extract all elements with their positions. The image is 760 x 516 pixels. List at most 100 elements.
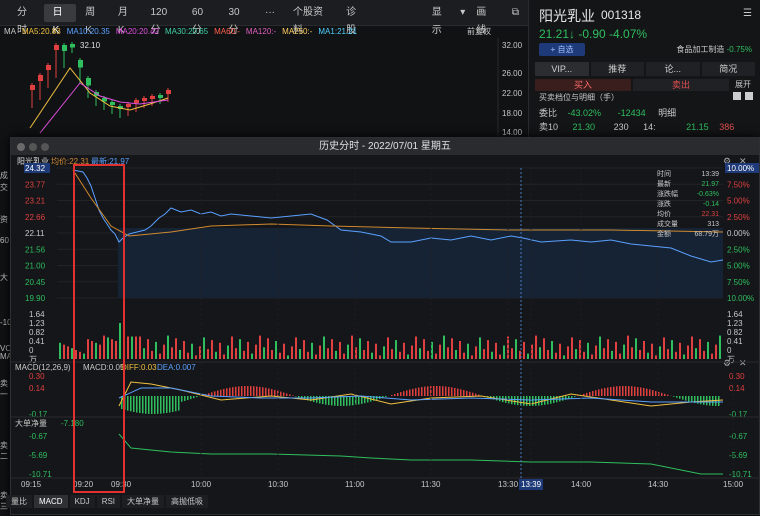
- k-candle: [30, 85, 35, 90]
- chevron-down-icon[interactable]: ▾: [458, 4, 467, 22]
- right-pct-tick: 5.00%: [727, 262, 750, 271]
- macd-bar: [511, 396, 513, 404]
- diagnose-button[interactable]: 诊股: [337, 4, 373, 22]
- indicator-tab[interactable]: 高抛低吸: [166, 495, 208, 508]
- info-key: 时间: [657, 169, 671, 178]
- tab-vip[interactable]: VIP...: [535, 62, 589, 76]
- volume-bar: [207, 349, 209, 359]
- add-watchlist-button[interactable]: + 自选: [539, 43, 585, 56]
- macd-bar: [451, 387, 453, 396]
- intraday-chart-area[interactable]: 阳光乳业均价:22.31最新:21.97⚙✕⚙✕24.3210.00%23.77…: [11, 138, 760, 516]
- volume-bar: [643, 341, 645, 359]
- macd-bar: [292, 395, 294, 396]
- macd-bar: [190, 396, 192, 399]
- left-price-tick: 21.00: [25, 262, 46, 271]
- macd-bar: [415, 388, 417, 396]
- volume-bar: [475, 346, 477, 359]
- time-tick: 11:00: [345, 480, 365, 489]
- macd-bar: [436, 386, 438, 396]
- indicator-tab[interactable]: 量比: [6, 495, 32, 508]
- volume-bar: [559, 344, 561, 359]
- volume-bar: [719, 336, 721, 359]
- macd-bar: [157, 396, 159, 414]
- restore-mode-select[interactable]: 前复权: [467, 26, 491, 38]
- option-icon[interactable]: [733, 92, 741, 100]
- tab-monthly-k[interactable]: 月K: [109, 4, 142, 22]
- indicator-tab[interactable]: 大单净量: [122, 495, 164, 508]
- tab-60min[interactable]: 60分: [183, 4, 220, 22]
- macd-bar: [229, 388, 231, 396]
- macd-bar: [265, 388, 267, 396]
- volume-bar: [451, 338, 453, 359]
- volume-bar: [563, 355, 565, 359]
- stock-profile-button[interactable]: 个股资料: [284, 4, 337, 22]
- option-icon-2[interactable]: [745, 92, 753, 100]
- volume-bar: [315, 355, 317, 360]
- tab-30min[interactable]: 30分: [219, 4, 256, 22]
- quote-panel: 阳光乳业 001318 ☰ 21.21↓ -0.90 -4.07% + 自选 食…: [528, 0, 760, 140]
- volume-bar: [663, 337, 665, 359]
- tab-recommend[interactable]: 推荐: [591, 62, 645, 76]
- macd-bar: [532, 396, 534, 406]
- k-candle: [70, 44, 75, 48]
- buy-button[interactable]: 买入: [535, 79, 631, 91]
- tab-brief[interactable]: 简况: [702, 62, 756, 76]
- volume-tick: 0.41: [29, 337, 45, 346]
- info-key: 涨跌: [657, 199, 671, 208]
- indicator-tab[interactable]: RSI: [97, 495, 120, 508]
- indicator-tab[interactable]: KDJ: [70, 495, 95, 508]
- macd-bar: [145, 396, 147, 414]
- volume-bar: [287, 355, 289, 359]
- macd-bar: [220, 390, 222, 396]
- macd-bar: [217, 390, 219, 396]
- macd-bar: [541, 396, 543, 405]
- macd-bar: [175, 396, 177, 411]
- macd-bar: [589, 392, 591, 396]
- volume-tick-right: 0: [727, 346, 732, 355]
- tab-daily-k[interactable]: 日K: [44, 4, 77, 22]
- more-periods-button[interactable]: ···: [256, 4, 284, 22]
- display-menu[interactable]: 显示: [423, 4, 459, 22]
- tab-weekly-k[interactable]: 周K: [76, 4, 109, 22]
- diff-value: DIFF:0.03: [121, 363, 157, 372]
- macd-bar: [697, 396, 699, 404]
- macd-bar: [628, 386, 630, 396]
- info-value: -0.14: [703, 201, 719, 208]
- volume-bar: [395, 340, 397, 359]
- fullscreen-icon[interactable]: ⧉: [503, 4, 528, 22]
- info-key: 金额: [657, 229, 671, 238]
- highlight-box: [74, 165, 124, 492]
- draw-line-button[interactable]: 画线: [467, 4, 503, 22]
- indicator-tab[interactable]: MACD: [34, 495, 68, 508]
- macd-bar: [250, 386, 252, 396]
- macd-value: MACD:0.05: [83, 363, 125, 372]
- volume-bar: [175, 338, 177, 359]
- volume-bar: [571, 337, 573, 359]
- info-value: 313: [707, 221, 719, 228]
- macd-bar: [187, 396, 189, 400]
- sell-button[interactable]: 卖出: [633, 79, 729, 91]
- macd-bar: [676, 396, 678, 398]
- volume-bar: [427, 351, 429, 359]
- volume-bar: [195, 355, 197, 359]
- tab-120min[interactable]: 120分: [141, 4, 182, 22]
- net-tick: -0.67: [29, 432, 48, 441]
- volume-bar: [667, 349, 669, 359]
- volume-bar: [527, 354, 529, 359]
- volume-bar: [583, 352, 585, 359]
- right-pct-tick: 5.00%: [727, 197, 750, 206]
- detail-time: 14:: [643, 122, 656, 132]
- expand-button[interactable]: 展开: [729, 79, 757, 91]
- industry-badge[interactable]: 食品加工制造 -0.75%: [676, 44, 752, 55]
- daily-k-chart[interactable]: 32.0026.0022.0018.0014.0032.10: [0, 38, 528, 138]
- tab-forum[interactable]: 论...: [646, 62, 700, 76]
- tab-minute[interactable]: 分时: [8, 4, 44, 22]
- macd-bar: [418, 388, 420, 396]
- volume-bar: [619, 354, 621, 359]
- macd-bar: [394, 394, 396, 396]
- volume-bar: [495, 343, 497, 359]
- dea-value: DEA:0.007: [157, 363, 196, 372]
- volume-bar: [479, 337, 481, 359]
- right-pct-tick: 10.00%: [727, 294, 754, 303]
- settings-icon[interactable]: ☰: [743, 8, 752, 19]
